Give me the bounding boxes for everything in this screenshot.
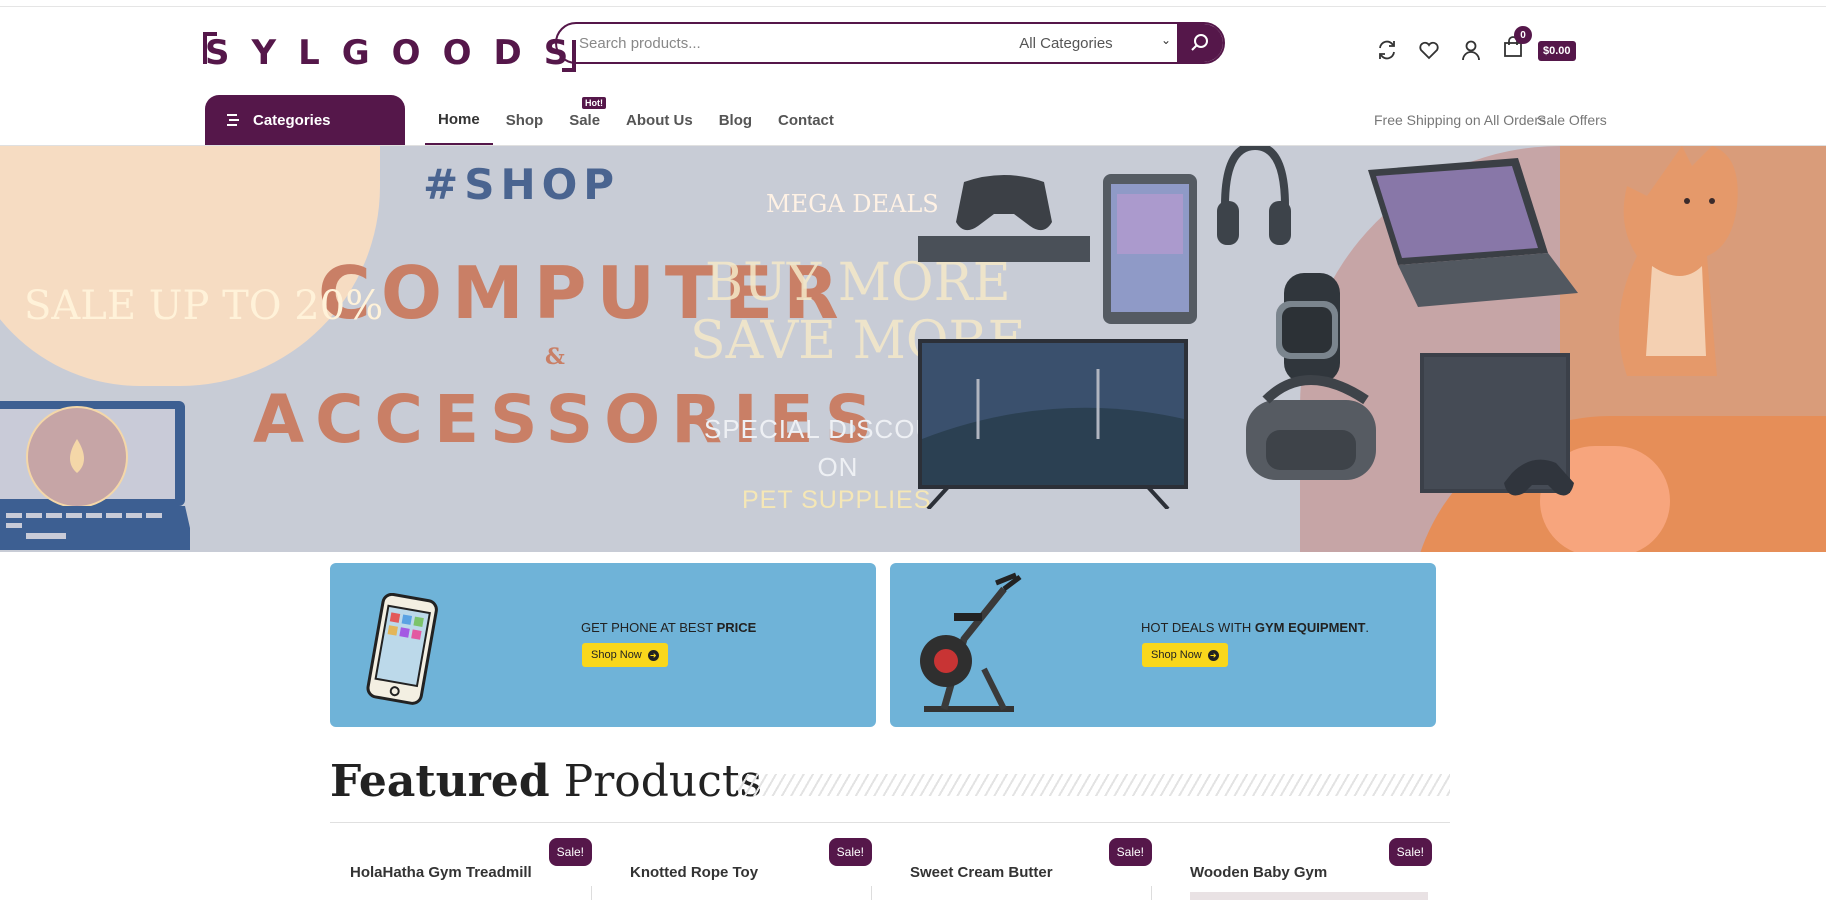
headphones-illustration	[1217, 146, 1291, 245]
search-icon	[1191, 34, 1208, 51]
logo-bracket-left	[203, 32, 217, 64]
product-card[interactable]: Sweet Cream Butter Sale!	[890, 838, 1152, 900]
arrow-right-icon: ➜	[647, 649, 659, 661]
hero-banner[interactable]: #SHOP COMPUTER & ACCESSORIES SALE UP TO …	[0, 146, 1826, 552]
nav-item-blog[interactable]: Blog	[706, 95, 765, 145]
free-shipping-link[interactable]: Free Shipping on All Orders	[1374, 112, 1546, 128]
console-illustration	[1420, 353, 1574, 496]
cart-button[interactable]: 0	[1502, 26, 1532, 63]
heart-icon[interactable]	[1418, 39, 1440, 61]
featured-divider	[330, 822, 1450, 823]
promo-card-phone[interactable]: GET PHONE AT BEST PRICE Shop Now ➜	[330, 563, 876, 727]
product-name[interactable]: Wooden Baby Gym	[1190, 864, 1327, 881]
tablet-illustration	[1103, 174, 1197, 324]
nav-item-contact[interactable]: Contact	[765, 95, 847, 145]
shop-now-button-phone[interactable]: Shop Now ➜	[582, 643, 668, 667]
product-name[interactable]: Sweet Cream Butter	[910, 864, 1053, 881]
sale-badge: Sale!	[828, 838, 872, 866]
product-card[interactable]: HolaHatha Gym Treadmill Sale!	[330, 838, 592, 900]
search-button[interactable]	[1177, 24, 1223, 62]
arrow-right-icon: ➜	[1207, 649, 1219, 661]
main-nav: Home Shop Sale About Us Blog Contact	[425, 95, 847, 145]
product-card[interactable]: Knotted Rope Toy Sale!	[610, 838, 872, 900]
promo-phone-text-bold: PRICE	[716, 620, 757, 635]
category-select-value: All Categories	[1019, 34, 1113, 52]
cart-count-badge: 0	[1514, 26, 1532, 44]
cart-total[interactable]: $0.00	[1538, 41, 1576, 61]
promo-gym-text-bold: GYM EQUIPMENT	[1254, 620, 1366, 635]
site-logo[interactable]: SYLGOODS	[203, 30, 591, 75]
shop-now-label: Shop Now	[1151, 649, 1202, 661]
hero-pet-supplies: PET SUPPLIES	[742, 486, 932, 514]
promo-card-gym[interactable]: HOT DEALS WITH GYM EQUIPMENT. Shop Now ➜	[890, 563, 1436, 727]
phone-illustration	[366, 593, 438, 705]
promo-gym-text-plain: HOT DEALS WITH	[1141, 620, 1255, 635]
game-console-illustration	[918, 175, 1090, 262]
chevron-down-icon: ⌄	[1160, 33, 1171, 47]
hero-ampersand: &	[545, 344, 565, 370]
product-card[interactable]: Wooden Baby Gym Sale!	[1170, 838, 1432, 900]
logo-text: SYLGOODS	[205, 32, 591, 73]
promo-gym-text: HOT DEALS WITH GYM EQUIPMENT.	[1141, 620, 1369, 635]
nav-item-shop[interactable]: Shop	[493, 95, 557, 145]
product-image	[1190, 892, 1428, 900]
featured-heading-rest: Products	[563, 756, 763, 807]
top-border	[0, 6, 1826, 7]
laptop-product-illustration	[1368, 158, 1578, 307]
vr-headset-illustration	[1246, 375, 1376, 480]
hero-sale-text: SALE UP TO 20%	[24, 283, 384, 329]
shop-now-label: Shop Now	[591, 649, 642, 661]
hero-mega-deals: MEGA DEALS	[766, 190, 939, 218]
laptop-illustration	[0, 401, 190, 550]
sale-badge: Sale!	[548, 838, 592, 866]
featured-heading-bold: Featured	[330, 756, 550, 807]
sale-badge: Sale!	[1108, 838, 1152, 866]
user-icon[interactable]	[1460, 39, 1482, 61]
hero-shop-tag: #SHOP	[423, 160, 621, 209]
search-input[interactable]	[557, 24, 957, 62]
header-icons: 0	[1376, 26, 1532, 63]
menu-icon	[227, 114, 239, 126]
promo-phone-text-plain: GET PHONE AT BEST	[581, 620, 717, 635]
exercise-bike-illustration	[920, 572, 1022, 712]
search-bar: All Categories ⌄	[555, 22, 1225, 64]
categories-label: Categories	[253, 111, 331, 129]
nav-item-about[interactable]: About Us	[613, 95, 706, 145]
category-select[interactable]: All Categories ⌄	[957, 24, 1175, 62]
heading-decoration	[738, 774, 1450, 796]
cat-illustration	[1619, 146, 1738, 376]
tv-illustration	[918, 339, 1188, 509]
sale-offers-link[interactable]: Sale Offers	[1537, 112, 1607, 128]
compare-icon[interactable]	[1376, 39, 1398, 61]
promo-gym-text-after: .	[1365, 620, 1370, 635]
promo-phone-text: GET PHONE AT BEST PRICE	[581, 620, 756, 635]
nav-item-home[interactable]: Home	[425, 95, 493, 145]
hot-badge: Hot!	[582, 97, 606, 109]
categories-button[interactable]: Categories	[205, 95, 405, 145]
product-name[interactable]: HolaHatha Gym Treadmill	[350, 864, 532, 881]
shop-now-button-gym[interactable]: Shop Now ➜	[1142, 643, 1228, 667]
featured-heading: Featured Products	[330, 756, 762, 807]
product-name[interactable]: Knotted Rope Toy	[630, 864, 758, 881]
smartwatch-illustration	[1276, 273, 1340, 383]
sale-badge: Sale!	[1388, 838, 1432, 866]
